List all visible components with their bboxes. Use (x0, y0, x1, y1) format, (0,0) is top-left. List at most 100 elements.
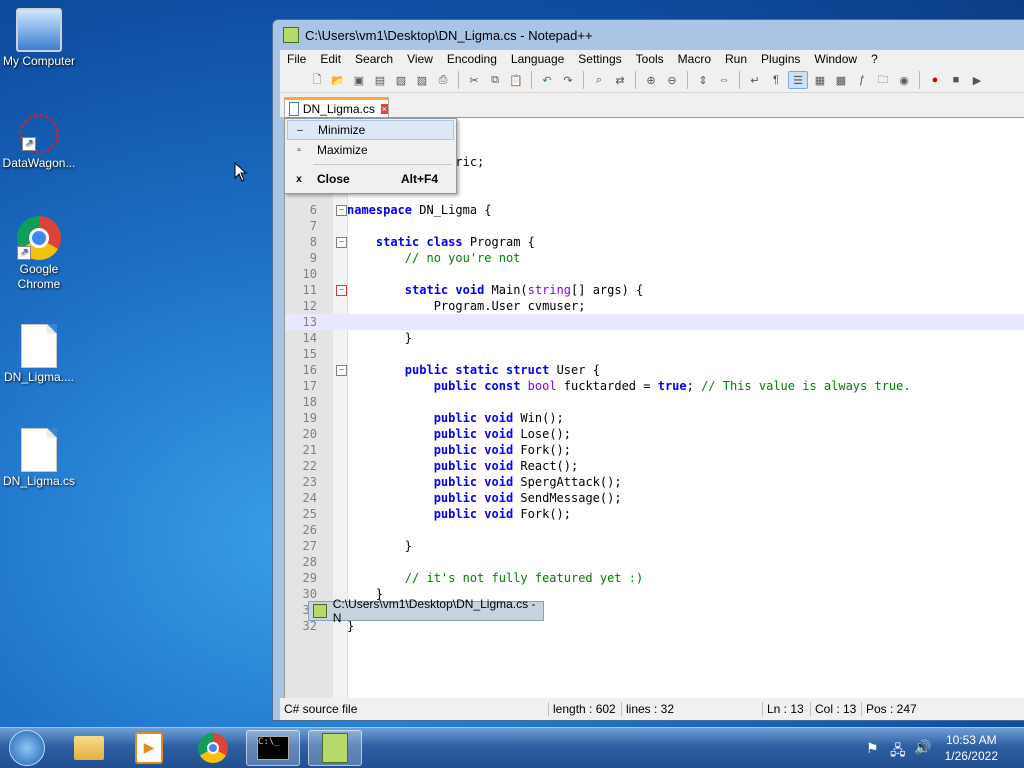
code-text: namespace DN_Ligma { (347, 203, 492, 217)
window-titlebar[interactable]: C:\Users\vm1\Desktop\DN_Ligma.cs - Notep… (273, 20, 1024, 50)
code-line[interactable]: 12 Program.User cvmuser; (285, 298, 1024, 314)
code-line[interactable]: 24 public void SendMessage(); (285, 490, 1024, 506)
taskbar-media-player[interactable]: ▶ (122, 730, 176, 766)
menu-encoding[interactable]: Encoding (440, 52, 504, 66)
code-line[interactable]: 18 (285, 394, 1024, 410)
save-icon[interactable]: ▣ (350, 72, 368, 88)
taskbar-explorer[interactable] (62, 730, 116, 766)
show-all-chars-icon[interactable]: ¶ (767, 72, 785, 88)
folder-workspace-icon[interactable]: 🗀 (874, 72, 892, 88)
menu-run[interactable]: Run (718, 52, 754, 66)
function-list-icon[interactable]: ƒ (853, 72, 871, 88)
word-wrap-icon[interactable]: ↵ (746, 72, 764, 88)
undo-icon[interactable]: ↶ (538, 72, 556, 88)
find-icon[interactable]: ⌕ (590, 72, 608, 88)
menu-tools[interactable]: Tools (629, 52, 671, 66)
start-button[interactable] (0, 730, 54, 766)
close-tab-icon[interactable]: × (380, 103, 388, 114)
file-icon (21, 324, 57, 368)
menu-item-close[interactable]: x Close Alt+F4 (287, 169, 454, 189)
desktop-icon-dn-ligma-cs[interactable]: DN_Ligma.cs (0, 428, 78, 489)
system-clock[interactable]: 10:53 AM 1/26/2022 (945, 732, 998, 764)
menu-item-label: Minimize (318, 123, 366, 137)
new-file-icon[interactable]: 🗋 (308, 72, 326, 88)
desktop-icon-datawagon[interactable]: ↗ DataWagon... (0, 114, 78, 171)
window-drag-tooltip: C:\Users\vm1\Desktop\DN_Ligma.cs - N (308, 597, 544, 625)
desktop-icon-dn-ligma-1[interactable]: DN_Ligma.... (0, 324, 78, 385)
save-all-icon[interactable]: ▤ (371, 72, 389, 88)
code-line[interactable]: 11 − static void Main(string[] args) { (285, 282, 1024, 298)
desktop-icon-google-chrome[interactable]: ↗ Google Chrome (0, 216, 78, 292)
close-all-icon[interactable]: ▨ (413, 72, 431, 88)
menu-help[interactable]: ? (864, 52, 885, 66)
menu-edit[interactable]: Edit (313, 52, 348, 66)
code-line[interactable]: 9 // no you're not (285, 250, 1024, 266)
taskbar-cmd[interactable]: C:\_ (246, 730, 300, 766)
record-macro-icon[interactable]: ● (926, 72, 944, 88)
code-line[interactable]: 6 − namespace DN_Ligma { (285, 202, 1024, 218)
udl-icon[interactable]: ▦ (811, 72, 829, 88)
toolbar-separator (919, 71, 920, 89)
open-file-icon[interactable]: 📂 (329, 72, 347, 88)
code-line[interactable]: 28 (285, 554, 1024, 570)
volume-icon[interactable]: 🔊 (914, 739, 931, 756)
code-line[interactable]: 29 // it's not fully featured yet :) (285, 570, 1024, 586)
cut-icon[interactable]: ✂ (465, 72, 483, 88)
doc-map-icon[interactable]: ▩ (832, 72, 850, 88)
close-file-icon[interactable]: ▧ (392, 72, 410, 88)
code-text: public static struct User { (404, 363, 600, 377)
action-center-icon[interactable]: ⚑ (866, 740, 879, 757)
notepad-app-icon[interactable] (283, 27, 299, 43)
code-line[interactable]: 25 public void Fork(); (285, 506, 1024, 522)
tab-dn-ligma-cs[interactable]: DN_Ligma.cs × (284, 97, 389, 117)
code-line[interactable]: 13 (285, 314, 1024, 330)
menu-window[interactable]: Window (807, 52, 864, 66)
line-number: 13 (302, 315, 317, 329)
code-line[interactable]: 26 (285, 522, 1024, 538)
fold-toggle-icon[interactable]: − (336, 237, 347, 248)
stop-macro-icon[interactable]: ■ (947, 72, 965, 88)
redo-icon[interactable]: ↷ (559, 72, 577, 88)
code-line[interactable]: 8 − static class Program { (285, 234, 1024, 250)
menu-settings[interactable]: Settings (571, 52, 628, 66)
code-line[interactable]: 7 (285, 218, 1024, 234)
menu-search[interactable]: Search (348, 52, 400, 66)
fold-toggle-icon[interactable]: − (336, 285, 347, 296)
sync-horizontal-icon[interactable]: ⇔ (715, 72, 733, 88)
sync-vertical-icon[interactable]: ⇕ (694, 72, 712, 88)
taskbar-notepad-plus-plus[interactable] (308, 730, 362, 766)
monitoring-icon[interactable]: ◉ (895, 72, 913, 88)
fold-toggle-icon[interactable]: − (336, 205, 347, 216)
menu-item-maximize[interactable]: ▫ Maximize (287, 140, 454, 160)
code-line[interactable]: 15 (285, 346, 1024, 362)
paste-icon[interactable]: 📋 (507, 72, 525, 88)
menu-file[interactable]: File (280, 52, 313, 66)
menu-plugins[interactable]: Plugins (754, 52, 807, 66)
menu-macro[interactable]: Macro (671, 52, 718, 66)
menu-view[interactable]: View (400, 52, 440, 66)
replace-icon[interactable]: ⇄ (611, 72, 629, 88)
copy-icon[interactable]: ⧉ (486, 72, 504, 88)
code-line[interactable]: 14 } (285, 330, 1024, 346)
zoom-out-icon[interactable]: ⊖ (663, 72, 681, 88)
code-line[interactable]: 10 (285, 266, 1024, 282)
network-icon[interactable]: 🖧 (890, 740, 906, 764)
menu-item-minimize[interactable]: – Minimize (287, 120, 454, 140)
code-line[interactable]: 21 public void Fork(); (285, 442, 1024, 458)
code-line[interactable]: 22 public void React(); (285, 458, 1024, 474)
desktop-icon-my-computer[interactable]: My Computer (0, 8, 78, 69)
code-line[interactable]: 27 } (285, 538, 1024, 554)
code-line[interactable]: 19 public void Win(); (285, 410, 1024, 426)
code-line[interactable]: 20 public void Lose(); (285, 426, 1024, 442)
code-line[interactable]: 16 − public static struct User { (285, 362, 1024, 378)
menu-language[interactable]: Language (504, 52, 571, 66)
code-line[interactable]: 23 public void SpergAttack(); (285, 474, 1024, 490)
play-macro-icon[interactable]: ▶ (968, 72, 986, 88)
taskbar-chrome[interactable] (186, 730, 240, 766)
code-line[interactable]: 17 public const bool fucktarded = true; … (285, 378, 1024, 394)
line-number: 7 (309, 219, 317, 233)
indent-guide-icon[interactable]: ☰ (788, 71, 808, 89)
print-icon[interactable]: ⎙ (434, 72, 452, 88)
zoom-in-icon[interactable]: ⊕ (642, 72, 660, 88)
fold-toggle-icon[interactable]: − (336, 365, 347, 376)
